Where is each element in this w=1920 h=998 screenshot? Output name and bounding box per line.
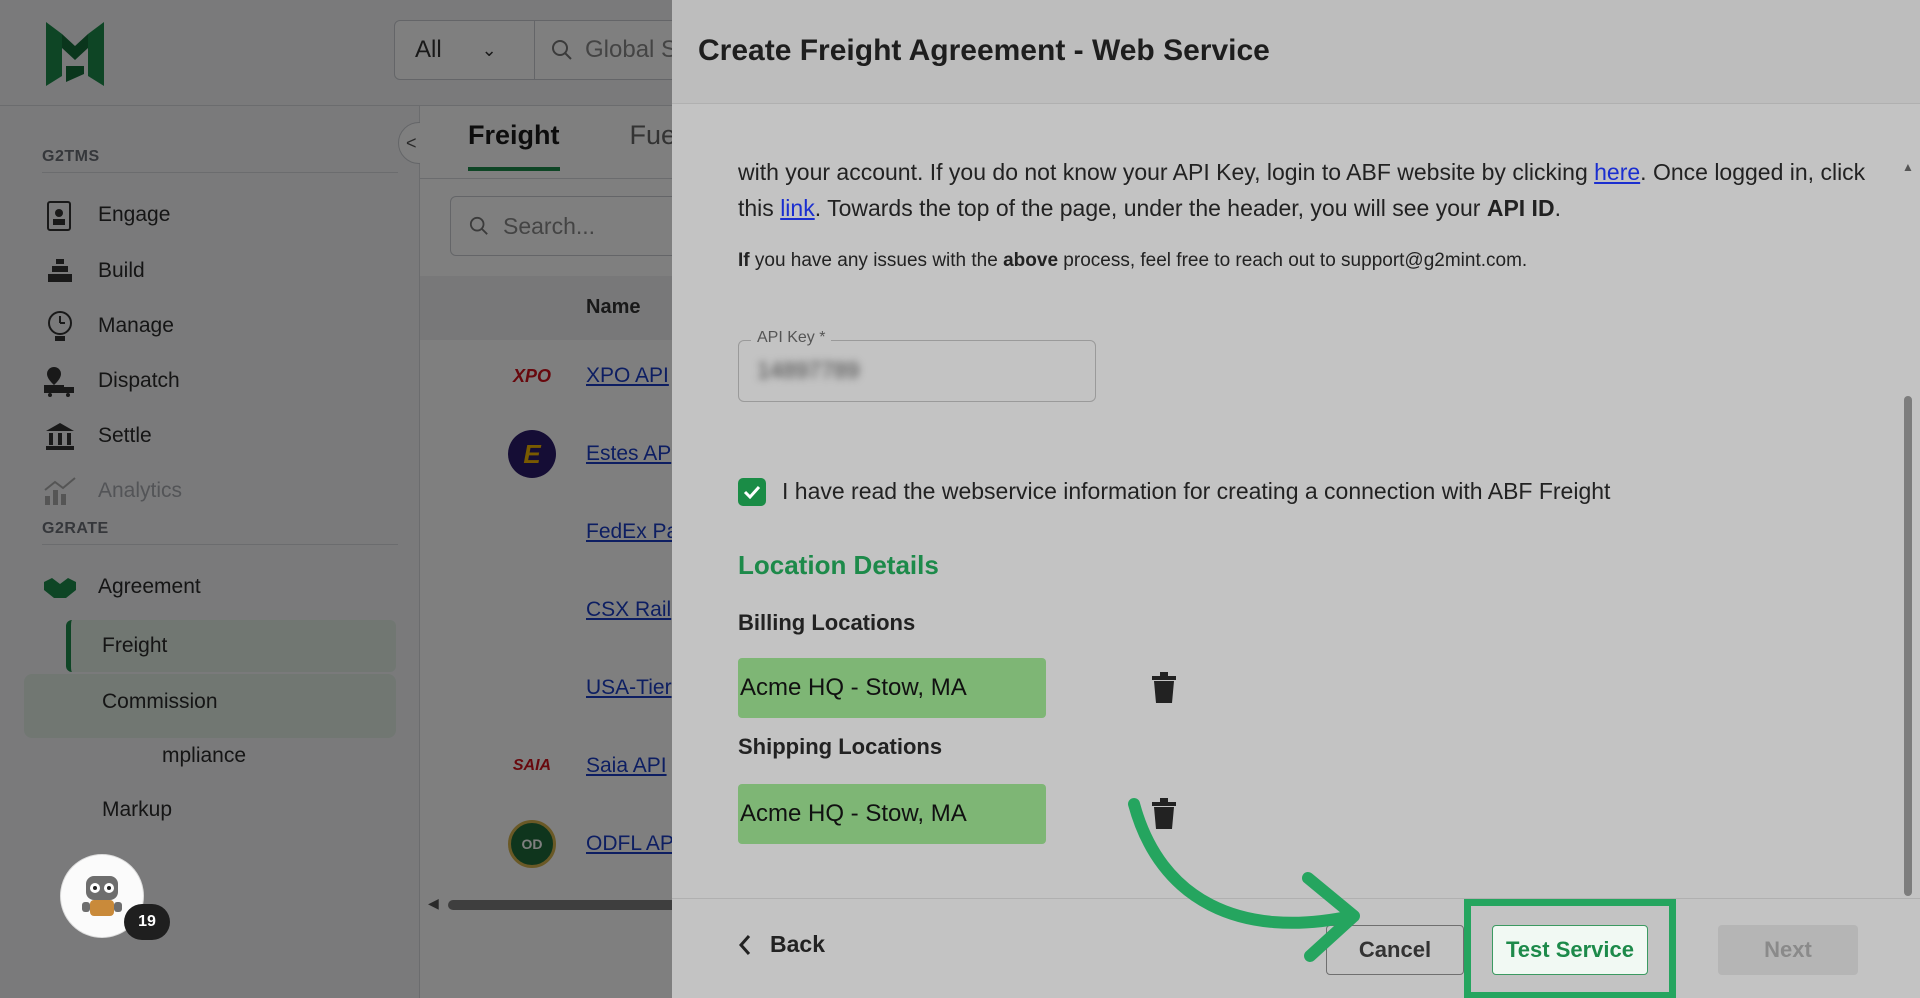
scroll-thumb[interactable]	[1904, 396, 1912, 896]
checkbox-label: I have read the webservice information f…	[782, 478, 1611, 504]
text: with your account. If you do not know yo…	[738, 159, 1595, 185]
checkmark-icon	[743, 485, 761, 499]
api-key-field[interactable]: API Key * 14897789	[738, 329, 1096, 402]
shipping-location-text: Acme HQ - Stow, MA	[740, 800, 967, 827]
test-service-button[interactable]: Test Service	[1492, 925, 1648, 975]
support-note: If you have any issues with the above pr…	[738, 250, 1527, 272]
link-link[interactable]: link	[780, 195, 815, 221]
back-label: Back	[770, 931, 825, 957]
notification-badge: 19	[124, 904, 170, 940]
text: above	[1003, 250, 1059, 271]
chevron-left-icon	[738, 934, 751, 955]
instructions-paragraph: with your account. If you do not know yo…	[738, 154, 1868, 226]
billing-location-chip[interactable]: Acme HQ - Stow, MA	[738, 658, 1046, 718]
vertical-scrollbar[interactable]: ▲	[1902, 160, 1914, 900]
drawer-title: Create Freight Agreement - Web Service	[698, 34, 1270, 67]
annotation-arrow-icon	[1128, 798, 1360, 962]
scroll-up-icon[interactable]: ▲	[1902, 160, 1914, 174]
drawer-body: with your account. If you do not know yo…	[672, 104, 1920, 898]
text: If	[738, 250, 750, 271]
billing-locations-title: Billing Locations	[738, 610, 916, 635]
robot-icon	[82, 876, 122, 916]
shipping-location-chip[interactable]: Acme HQ - Stow, MA	[738, 784, 1046, 844]
trash-icon[interactable]	[1150, 672, 1178, 704]
text: process, feel free to reach out to suppo…	[1058, 250, 1528, 271]
next-button[interactable]: Next	[1718, 925, 1858, 975]
text: . Towards the top of the page, under the…	[814, 195, 1487, 221]
shipping-locations-title: Shipping Locations	[738, 734, 943, 759]
here-link[interactable]: here	[1594, 159, 1640, 185]
webservice-ack-checkbox[interactable]	[738, 478, 766, 506]
drawer-header: Create Freight Agreement - Web Service	[672, 0, 1920, 104]
api-key-value: 14897789	[757, 357, 860, 383]
api-key-label: API Key *	[751, 329, 832, 347]
billing-location-text: Acme HQ - Stow, MA	[740, 674, 967, 701]
back-button[interactable]: Back	[738, 931, 825, 958]
api-id-text: API ID	[1486, 195, 1555, 221]
location-details-title: Location Details	[738, 550, 939, 580]
text: .	[1554, 195, 1561, 221]
text: you have any issues with the	[749, 250, 1004, 271]
